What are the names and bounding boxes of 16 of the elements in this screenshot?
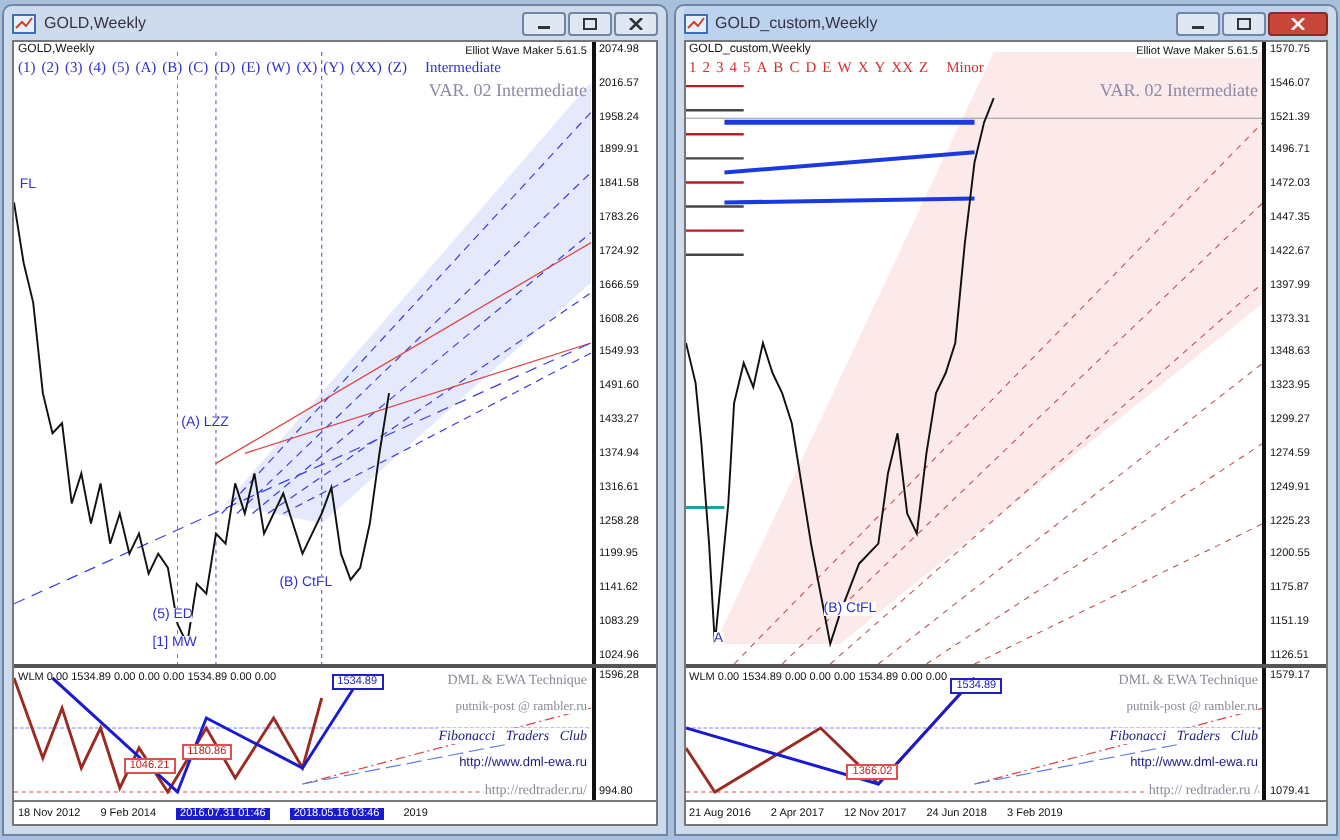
window-title: GOLD,Weekly: [44, 14, 148, 32]
maximize-button[interactable]: [567, 11, 611, 35]
close-icon: [627, 17, 643, 29]
maximize-icon: [581, 17, 597, 29]
variant-label: VAR. 02 Intermediate: [1099, 80, 1258, 100]
close-button[interactable]: [1268, 11, 1328, 35]
minimize-button[interactable]: [521, 11, 565, 35]
window-title: GOLD_custom,Weekly: [715, 14, 880, 32]
chart-window-icon: [12, 13, 36, 33]
close-button[interactable]: [613, 11, 657, 35]
minimize-button[interactable]: [1176, 11, 1220, 35]
variant-label: VAR. 02 Intermediate: [428, 80, 587, 100]
maximize-icon: [1236, 17, 1252, 29]
chart-window-icon: [683, 13, 707, 33]
close-icon: [1290, 17, 1306, 29]
maximize-button[interactable]: [1222, 11, 1266, 35]
